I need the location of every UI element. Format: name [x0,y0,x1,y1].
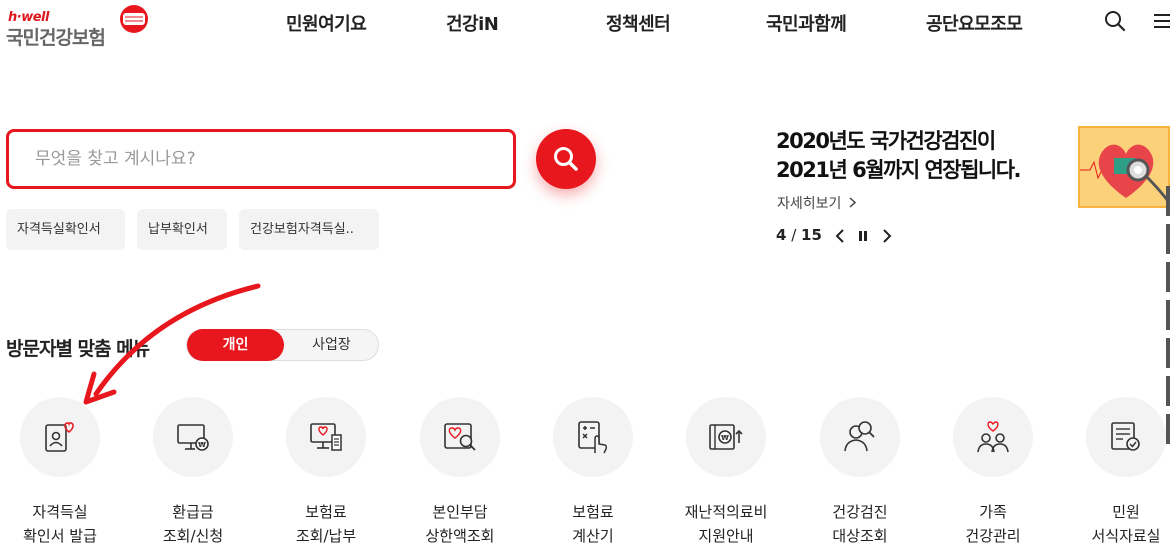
menu-label: 조회/신청 [162,527,224,545]
logo-name: 국민건강보험 [6,27,106,49]
menu-icon-circle [420,397,500,477]
chevron-left-icon[interactable] [832,227,850,245]
banner-more-link[interactable]: 자세히보기 [777,193,857,213]
menu-icon-circle [1086,397,1166,477]
nav-item-with-people[interactable]: 국민과함께 [766,10,847,36]
chevron-right-icon [849,197,856,208]
wallet-won-icon: ₩ [709,424,743,450]
nav-item-health-in[interactable]: 건강iN [446,10,499,36]
menu-icon-circle [553,397,633,477]
banner-image[interactable] [1078,126,1170,208]
pause-icon[interactable] [854,227,872,245]
family-heart-icon [977,421,1009,453]
logo-mask-icon [120,5,148,33]
menu-label: 조회/납부 [295,527,357,545]
menu-label: 확인서 발급 [23,527,97,545]
menu-label: 서식자료실 [1091,527,1161,545]
banner-title-line: 2020년도 국가건강검진이 [776,129,996,153]
menu-label: 보험료 [572,503,614,521]
document-check-icon [1111,422,1140,451]
menu-label: 지원안내 [698,527,754,545]
menu-item-form-library[interactable]: 민원 서식자료실 [1066,397,1170,559]
keyword-chip[interactable]: 자격득실확인서 [6,209,125,250]
menu-icon-circle: ₩ [686,397,766,477]
menu-label: 보험료 [305,503,347,521]
menu-label: 재난적의료비 [684,503,768,521]
menu-item-refund[interactable]: ₩ 환급금 조회/신청 [133,397,253,559]
monitor-receipt-icon [310,423,342,451]
banner-current-page: 4 [776,226,787,244]
keyword-chip[interactable]: 납부확인서 [137,209,227,250]
id-card-heart-icon [45,422,74,452]
menu-item-family-health[interactable]: 가족 건강관리 [933,397,1053,559]
menu-item-premium-payment[interactable]: 보험료 조회/납부 [266,397,386,559]
menu-item-premium-calculator[interactable]: 보험료 계산기 [533,397,653,559]
hamburger-menu-icon[interactable] [1154,12,1170,30]
menu-label: 민원 [1112,503,1140,521]
calculator-hand-icon [578,421,608,454]
visitor-type-toggle: 개인 사업장 [186,329,379,361]
keyword-chip[interactable]: 건강보험자격득실.. [239,209,379,250]
menu-label: 상한액조회 [425,527,495,545]
menu-icon-circle [286,397,366,477]
logo[interactable]: h·well 국민건강보험 [6,5,156,49]
search-button[interactable] [536,129,596,189]
menu-item-copayment-cap[interactable]: 본인부담 상한액조회 [400,397,520,559]
search-field [6,129,516,189]
menu-icon-circle [953,397,1033,477]
banner-pager: 4 / 15 [776,226,822,244]
menu-label: 건강관리 [965,527,1021,545]
heart-search-icon [444,423,476,451]
section-title: 방문자별 맞춤 메뉴 [6,338,150,360]
svg-text:₩: ₩ [198,441,206,449]
banner-page-separator: / [786,226,802,244]
banner-title[interactable]: 2020년도 국가건강검진이 2021년 6월까지 연장됩니다. [776,127,1076,185]
banner-more-label: 자세히보기 [777,196,842,212]
menu-icon-circle: ₩ [153,397,233,477]
menu-item-checkup-eligibility[interactable]: 건강검진 대상조회 [800,397,920,559]
banner-title-line: 2021년 6월까지 연장됩니다. [776,158,1022,182]
menu-icon-circle [820,397,900,477]
search-icon [554,147,578,171]
nav-item-policy-center[interactable]: 정책센터 [606,10,671,36]
tab-business[interactable]: 사업장 [284,330,379,360]
menu-label: 환급금 [172,503,214,521]
menu-label: 가족 [979,503,1007,521]
menu-label: 자격득실 [32,503,88,521]
menu-label: 건강검진 [832,503,888,521]
monitor-won-icon: ₩ [177,424,209,451]
heart-stethoscope-icon [1080,144,1168,204]
svg-text:₩: ₩ [721,434,729,442]
person-search-icon [844,421,875,452]
menu-label: 대상조회 [832,527,888,545]
nav-item-about[interactable]: 공단요모조모 [926,10,1023,36]
nav-item-civil-service[interactable]: 민원여기요 [286,10,367,36]
menu-icon-circle [20,397,100,477]
banner-total-pages: 15 [801,226,822,244]
tab-individual[interactable]: 개인 [187,329,284,361]
chevron-right-icon[interactable] [877,227,895,245]
menu-label: 본인부담 [432,503,488,521]
menu-item-catastrophic-medical-support[interactable]: ₩ 재난적의료비 지원안내 [666,397,786,559]
search-icon[interactable] [1104,10,1126,32]
menu-label: 계산기 [572,527,614,545]
search-input[interactable] [9,132,513,186]
menu-item-qualification-certificate[interactable]: 자격득실 확인서 발급 [0,397,120,559]
